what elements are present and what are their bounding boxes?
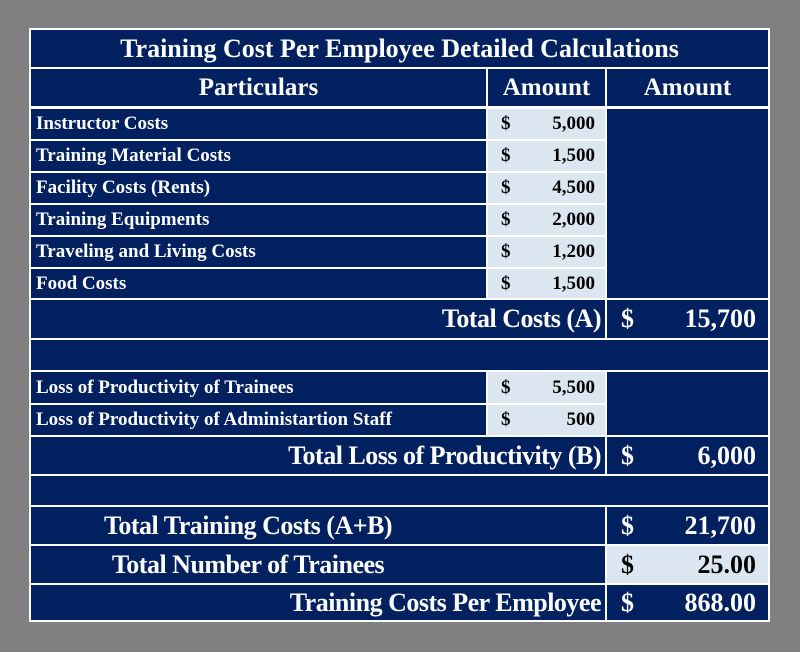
amount-value: 5,000	[552, 113, 595, 134]
cost-item-label: Food Costs	[31, 269, 486, 298]
amount-value: 2,000	[552, 209, 595, 230]
currency-symbol: $	[501, 241, 511, 262]
currency-symbol: $	[621, 511, 634, 540]
amount-value: 1,500	[552, 273, 595, 294]
productivity-item-amount[interactable]: $5,500	[488, 372, 605, 403]
currency-symbol: $	[501, 113, 511, 134]
cost-item-amount[interactable]: $2,000	[488, 205, 605, 235]
header-amount-1: Amount	[488, 69, 605, 106]
total-costs-label: Total Costs (A)	[31, 300, 605, 338]
currency-symbol: $	[501, 377, 511, 398]
currency-symbol: $	[621, 441, 634, 470]
cost-item-label: Training Material Costs	[31, 141, 486, 171]
summary-total-training-label: Total Training Costs (A+B)	[31, 507, 605, 544]
cost-item-label: Facility Costs (Rents)	[31, 173, 486, 203]
productivity-item-amount[interactable]: $500	[488, 405, 605, 435]
amount-value: 868.00	[684, 588, 757, 617]
currency-symbol: $	[501, 177, 511, 198]
summary-total-training-amount: $21,700	[607, 507, 768, 544]
summary-per-employee-amount: $868.00	[607, 585, 768, 620]
amount-value: 1,500	[552, 145, 595, 166]
currency-symbol: $	[621, 304, 634, 333]
header-amount-2: Amount	[607, 69, 768, 106]
currency-symbol: $	[501, 409, 511, 430]
summary-per-employee-label: Training Costs Per Employee	[31, 585, 605, 620]
amount-value: 15,700	[684, 304, 757, 333]
blank-amount-block	[607, 109, 768, 298]
summary-trainees-amount[interactable]: $25.00	[607, 546, 768, 583]
header-particulars: Particulars	[31, 69, 486, 106]
amount-value: 21,700	[684, 511, 757, 540]
total-loss-label: Total Loss of Productivity (B)	[31, 437, 605, 474]
cost-item-amount[interactable]: $1,200	[488, 237, 605, 267]
amount-value: 500	[566, 409, 596, 430]
cost-item-label: Traveling and Living Costs	[31, 237, 486, 267]
amount-value: 1,200	[552, 241, 595, 262]
amount-value: 6,000	[697, 441, 757, 470]
spacer-row	[31, 476, 768, 505]
amount-value: 25.00	[697, 550, 757, 579]
blank-amount-block	[607, 372, 768, 435]
cost-item-amount[interactable]: $5,000	[488, 109, 605, 139]
sheet-title: Training Cost Per Employee Detailed Calc…	[31, 30, 768, 67]
amount-value: 4,500	[552, 177, 595, 198]
productivity-item-label: Loss of Productivity of Trainees	[31, 372, 486, 403]
currency-symbol: $	[501, 145, 511, 166]
cost-item-amount[interactable]: $1,500	[488, 141, 605, 171]
total-costs-amount: $15,700	[607, 300, 768, 338]
currency-symbol: $	[621, 588, 634, 617]
total-loss-amount: $6,000	[607, 437, 768, 474]
spacer-row	[31, 340, 768, 370]
amount-value: 5,500	[552, 377, 595, 398]
currency-symbol: $	[501, 273, 511, 294]
cost-item-amount[interactable]: $1,500	[488, 269, 605, 298]
productivity-item-label: Loss of Productivity of Administartion S…	[31, 405, 486, 435]
calculation-sheet: Training Cost Per Employee Detailed Calc…	[29, 28, 770, 622]
currency-symbol: $	[501, 209, 511, 230]
cost-item-label: Instructor Costs	[31, 109, 486, 139]
cost-item-label: Training Equipments	[31, 205, 486, 235]
cost-item-amount[interactable]: $4,500	[488, 173, 605, 203]
summary-trainees-label: Total Number of Trainees	[31, 546, 605, 583]
currency-symbol: $	[621, 550, 634, 579]
